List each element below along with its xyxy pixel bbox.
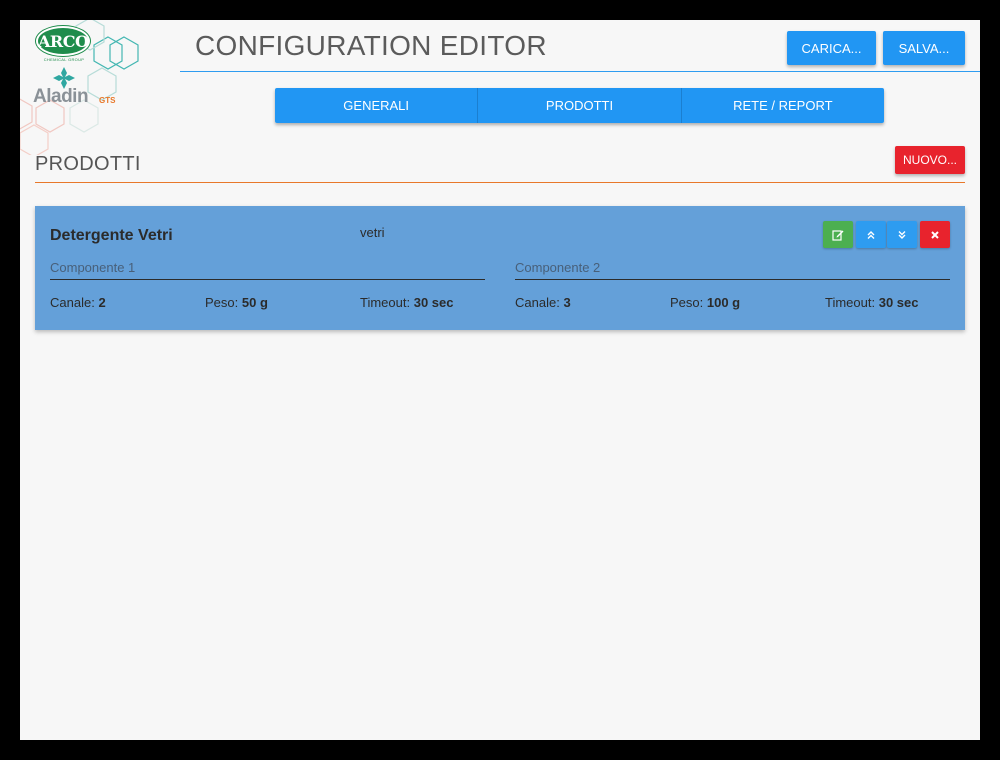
arco-logo-subtitle: CHEMICAL GROUP [43, 57, 85, 62]
component-2-timeout: Timeout: 30 sec [825, 295, 918, 310]
channel-value: 2 [98, 295, 106, 310]
tab-rete-report[interactable]: RETE / REPORT [681, 88, 884, 123]
section-divider [35, 182, 965, 183]
timeout-value: 30 sec [878, 295, 919, 310]
arco-logo: ARCO [36, 26, 90, 56]
channel-label: Canale: [515, 295, 560, 310]
page-title: CONFIGURATION EDITOR [195, 30, 547, 61]
double-chevron-up-icon [867, 230, 875, 239]
timeout-label: Timeout: [360, 295, 411, 310]
app-window: ARCO CHEMICAL GROUP Aladin GTS CONFIGURA… [20, 20, 980, 740]
product-code: vetri [360, 225, 385, 240]
component-2-label: Componente 2 [515, 260, 601, 275]
edit-icon [832, 229, 844, 241]
component-1-weight: Peso: 50 g [205, 295, 268, 310]
edit-button[interactable] [823, 221, 853, 248]
logo: ARCO CHEMICAL GROUP Aladin GTS [20, 20, 150, 155]
weight-label: Peso: [670, 295, 704, 310]
delete-button[interactable] [920, 221, 950, 248]
weight-value: 50 g [241, 295, 268, 310]
product-name: Detergente Vetri [50, 227, 173, 244]
channel-value: 3 [563, 295, 571, 310]
component-1-divider [50, 279, 485, 280]
tab-generali[interactable]: GENERALI [275, 88, 479, 123]
timeout-value: 30 sec [413, 295, 454, 310]
aladin-logo-text: Aladin [33, 86, 89, 107]
tab-prodotti[interactable]: PRODOTTI [478, 88, 682, 123]
tab-bar: GENERALI PRODOTTI RETE / REPORT [275, 88, 884, 123]
aladin-logo-suffix: GTS [99, 96, 116, 105]
save-button[interactable]: SALVA... [883, 31, 965, 65]
close-icon [931, 230, 939, 239]
new-product-button[interactable]: NUOVO... [895, 146, 965, 174]
move-down-button[interactable] [887, 221, 917, 248]
component-2-channel: Canale: 3 [515, 295, 571, 310]
component-1-label: Componente 1 [50, 260, 136, 275]
component-2-weight: Peso: 100 g [670, 295, 740, 310]
component-1-channel: Canale: 2 [50, 295, 106, 310]
weight-value: 100 g [706, 295, 741, 310]
double-chevron-down-icon [898, 230, 906, 239]
component-2-divider [515, 279, 950, 280]
product-card: Detergente Vetri vetri Componente 1 Cana… [35, 206, 965, 330]
move-up-button[interactable] [856, 221, 886, 248]
header-divider [180, 71, 980, 72]
weight-label: Peso: [205, 295, 239, 310]
section-title: PRODOTTI [35, 153, 141, 175]
load-button[interactable]: CARICA... [787, 31, 876, 65]
timeout-label: Timeout: [825, 295, 876, 310]
channel-label: Canale: [50, 295, 95, 310]
component-1-timeout: Timeout: 30 sec [360, 295, 453, 310]
